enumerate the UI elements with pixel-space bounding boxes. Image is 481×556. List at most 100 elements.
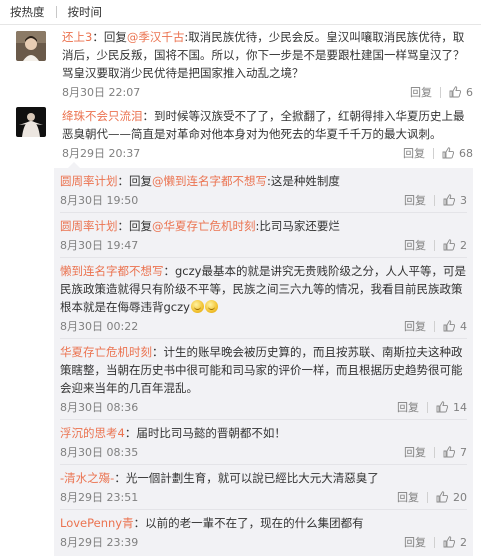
comment-time: 8月29日 23:51 xyxy=(60,491,139,504)
comment-username[interactable]: 圆周率计划 xyxy=(60,219,118,233)
reply-button[interactable]: 回复 xyxy=(404,318,426,334)
comment-text: -清水之殤-：光一個計劃生育，就可以說已經比大元大清惡臭了 xyxy=(60,469,467,487)
mention-link[interactable]: @季汉千古 xyxy=(127,30,185,44)
reply-prefix: ： xyxy=(114,471,126,485)
thumbs-up-icon xyxy=(443,536,455,548)
comment-username[interactable]: 懒到连名字都不想写 xyxy=(60,264,164,278)
reply-prefix: ：回复 xyxy=(117,174,153,188)
sort-divider xyxy=(55,6,57,18)
sub-reply-item: 华夏存亡危机时刻：计生的账早晚会被历史算的，而且按苏联、南斯拉夫这种政策瞎整，当… xyxy=(60,339,467,420)
reply-prefix: ： xyxy=(163,264,176,278)
comment-meta: 8月30日 22:07 回复 6 xyxy=(62,83,473,101)
reply-button[interactable]: 回复 xyxy=(404,534,426,550)
comment-username[interactable]: 还上3 xyxy=(62,30,92,44)
comment-actions: 回复 2 xyxy=(404,237,467,253)
like-button[interactable]: 14 xyxy=(436,401,467,414)
comment-meta: 8月29日 23:39 回复 2 xyxy=(60,533,467,551)
like-count: 6 xyxy=(466,85,473,99)
like-button[interactable]: 2 xyxy=(443,239,467,252)
comment-meta: 8月30日 19:47 回复 2 xyxy=(60,236,467,254)
reply-button[interactable]: 回复 xyxy=(404,192,426,208)
comment-text: 圆周率计划：回复@懒到连名字都不想写:这是种姓制度 xyxy=(60,172,467,190)
comment-text: 懒到连名字都不想写：gczy最基本的就是讲究无贵贱阶级之分，人人平等，可是民族政… xyxy=(60,262,467,316)
sort-by-hot[interactable]: 按热度 xyxy=(10,4,45,20)
comment-username[interactable]: 华夏存亡危机时刻 xyxy=(60,345,152,359)
like-button[interactable]: 6 xyxy=(449,86,473,99)
like-count: 20 xyxy=(453,490,467,504)
avatar[interactable] xyxy=(16,107,46,137)
reply-button[interactable]: 回复 xyxy=(404,237,426,253)
comment-body: :比司马家还要烂 xyxy=(255,219,340,233)
reply-button[interactable]: 回复 xyxy=(404,444,426,460)
comment-meta: 8月29日 20:37 回复 68 xyxy=(62,144,473,162)
like-count: 2 xyxy=(460,535,467,549)
thumbs-up-icon xyxy=(443,320,455,332)
comment-meta: 8月29日 23:51 回复 20 xyxy=(60,488,467,506)
like-button[interactable]: 7 xyxy=(443,446,467,459)
sub-reply-item: 浮沉的思考4：届时比司马懿的晋朝都不如！ 8月30日 08:35 回复 7 xyxy=(60,420,467,465)
reply-button[interactable]: 回复 xyxy=(410,84,432,100)
comment-username[interactable]: -清水之殤- xyxy=(60,471,114,485)
avatar[interactable] xyxy=(16,31,46,61)
comment-actions: 回复 3 xyxy=(404,192,467,208)
comment-time: 8月30日 08:35 xyxy=(60,446,139,459)
comment-meta: 8月30日 08:36 回复 14 xyxy=(60,398,467,416)
like-button[interactable]: 2 xyxy=(443,536,467,549)
comment-body: 届时比司马懿的晋朝都不如！ xyxy=(136,426,286,440)
laugh-emoji-icon xyxy=(190,300,204,313)
like-button[interactable]: 3 xyxy=(443,194,467,207)
action-divider xyxy=(434,446,435,458)
reply-prefix: ： xyxy=(142,109,155,123)
laugh-emoji-icon xyxy=(204,300,218,313)
like-count: 4 xyxy=(460,319,467,333)
action-divider xyxy=(427,491,428,503)
comment-actions: 回复 2 xyxy=(404,534,467,550)
action-divider xyxy=(434,194,435,206)
comment-item: 还上3：回复@季汉千古:取消民族优待，少民会反。皇汉叫嚷取消民族优待，取消后，少… xyxy=(0,25,481,101)
comment-body: :这是种姓制度 xyxy=(267,174,340,188)
comment-time: 8月30日 22:07 xyxy=(62,86,141,99)
like-count: 14 xyxy=(453,400,467,414)
reply-button[interactable]: 回复 xyxy=(397,399,419,415)
reply-button[interactable]: 回复 xyxy=(403,145,425,161)
mention-link[interactable]: @华夏存亡危机时刻 xyxy=(152,219,256,233)
like-button[interactable]: 4 xyxy=(443,320,467,333)
sub-reply-list: 圆周率计划：回复@懒到连名字都不想写:这是种姓制度 8月30日 19:50 回复… xyxy=(54,162,473,556)
comment-username[interactable]: 圆周率计划 xyxy=(60,174,118,188)
reply-prefix: ： xyxy=(152,345,164,359)
comment-actions: 回复 14 xyxy=(397,399,467,415)
sort-by-time[interactable]: 按时间 xyxy=(68,4,103,20)
action-divider xyxy=(433,147,434,159)
reply-prefix: ： xyxy=(124,426,137,440)
comment-item: 绛珠不会只流泪：到时候等汉族受不了了，全掀翻了，红朝得排入华夏历史上最恶臭朝代—… xyxy=(0,101,481,162)
sort-bar: 按热度 按时间 xyxy=(0,0,481,25)
sub-reply-item: 圆周率计划：回复@懒到连名字都不想写:这是种姓制度 8月30日 19:50 回复… xyxy=(60,168,467,213)
comment-text: 浮沉的思考4：届时比司马懿的晋朝都不如！ xyxy=(60,424,467,442)
comment-meta: 8月30日 19:50 回复 3 xyxy=(60,191,467,209)
comment-username[interactable]: 绛珠不会只流泪 xyxy=(62,109,143,123)
like-button[interactable]: 68 xyxy=(442,147,473,160)
reply-prefix: ：回复 xyxy=(117,219,153,233)
comment-meta: 8月30日 00:22 回复 4 xyxy=(60,317,467,335)
comment-meta: 8月30日 08:35 回复 7 xyxy=(60,443,467,461)
comment-text: 还上3：回复@季汉千古:取消民族优待，少民会反。皇汉叫嚷取消民族优待，取消后，少… xyxy=(62,28,473,82)
like-button[interactable]: 20 xyxy=(436,491,467,504)
thumbs-up-icon xyxy=(436,401,448,413)
comment-text: LovePenny青：以前的老一輩不在了，现在的什么集团都有 xyxy=(60,514,467,532)
thumbs-up-icon xyxy=(442,147,454,159)
comment-time: 8月30日 19:50 xyxy=(60,194,139,207)
action-divider xyxy=(434,536,435,548)
comment-actions: 回复 4 xyxy=(404,318,467,334)
sub-reply-item: 圆周率计划：回复@华夏存亡危机时刻:比司马家还要烂 8月30日 19:47 回复… xyxy=(60,213,467,258)
comment-actions: 回复 7 xyxy=(404,444,467,460)
comment-time: 8月30日 19:47 xyxy=(60,239,139,252)
sub-reply-item: LovePenny青：以前的老一輩不在了，现在的什么集团都有 8月29日 23:… xyxy=(60,510,467,554)
mention-link[interactable]: @懒到连名字都不想写 xyxy=(152,174,267,188)
comment-username[interactable]: 浮沉的思考4 xyxy=(60,426,125,440)
comment-body: 光一個計劃生育，就可以說已經比大元大清惡臭了 xyxy=(125,471,379,485)
reply-button[interactable]: 回复 xyxy=(397,489,419,505)
comment-time: 8月30日 08:36 xyxy=(60,401,139,414)
thumbs-up-icon xyxy=(443,239,455,251)
action-divider xyxy=(434,239,435,251)
thumbs-up-icon xyxy=(443,194,455,206)
